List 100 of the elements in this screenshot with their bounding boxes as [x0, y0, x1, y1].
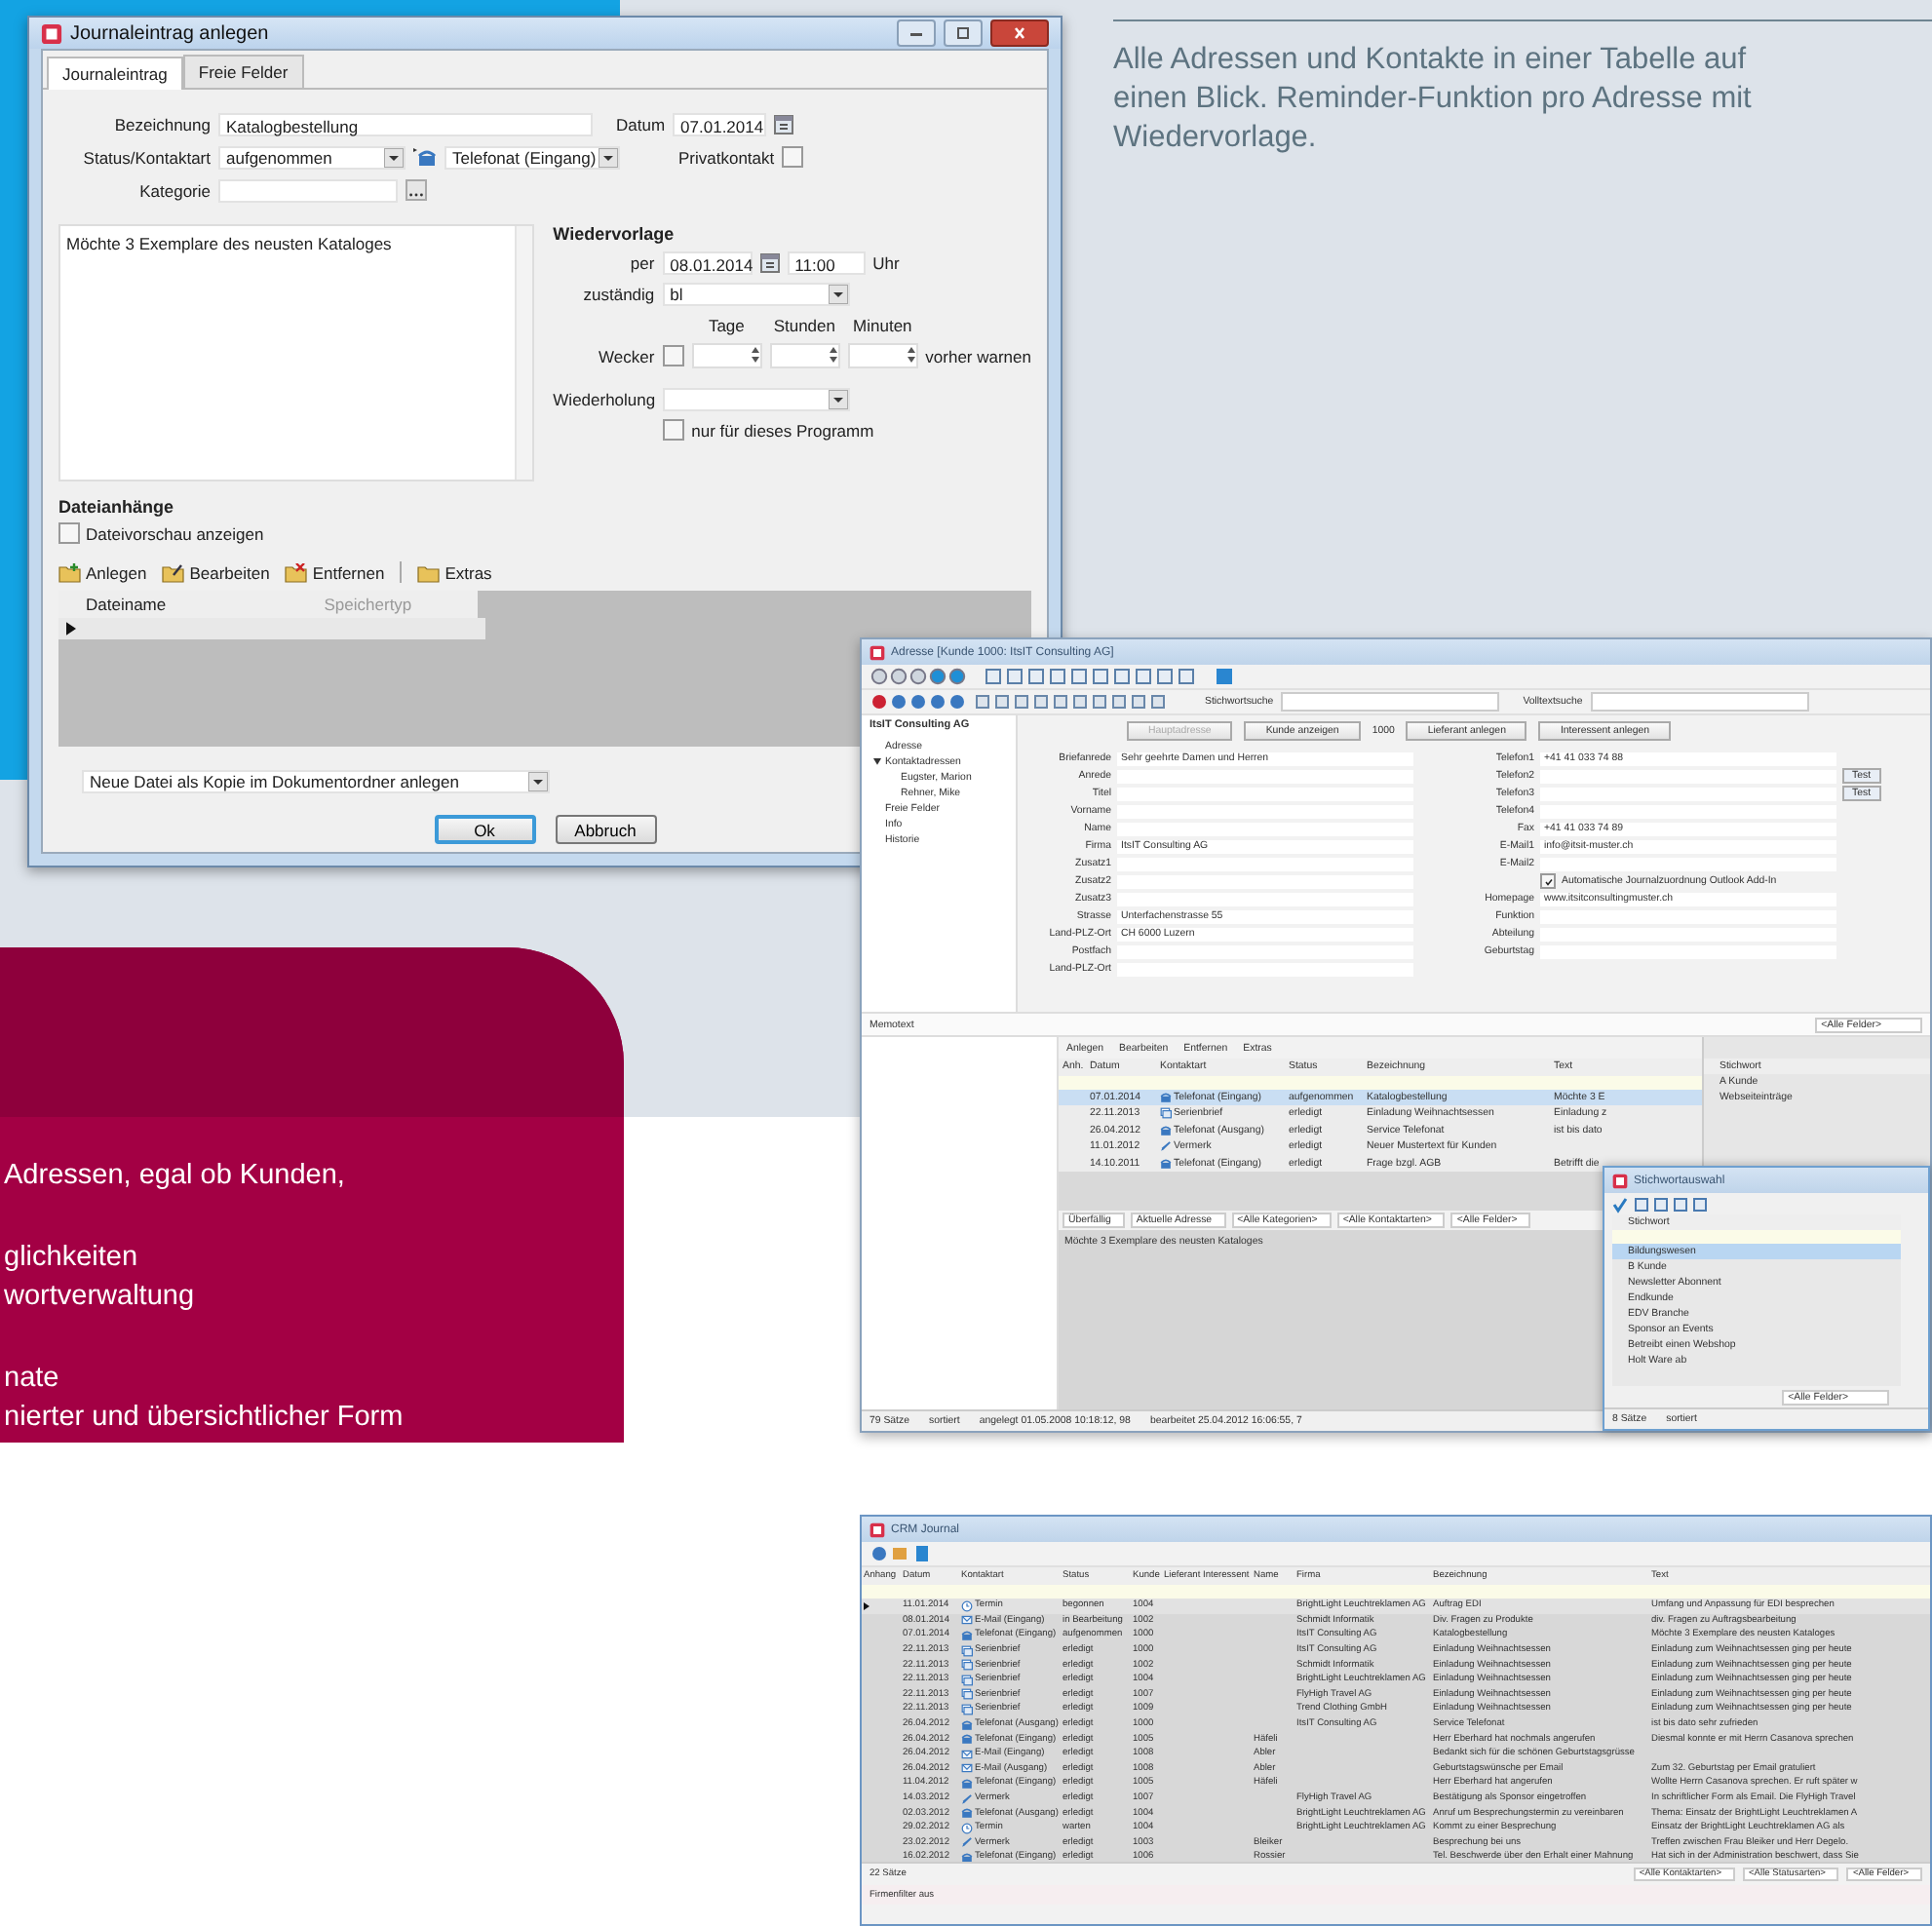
- toolbar-button[interactable]: Anlegen: [58, 562, 147, 582]
- app-icon: [869, 1522, 885, 1537]
- section-heading: Wiedervorlage: [553, 224, 676, 244]
- dropdown-arrow-icon: [384, 147, 404, 167]
- folder-icon: [417, 562, 442, 582]
- dialog-button[interactable]: Abbruch: [555, 815, 656, 844]
- letter-icon: [1160, 1107, 1172, 1120]
- clock-icon: [961, 1599, 973, 1612]
- search-field[interactable]: [1590, 692, 1809, 712]
- field-label: Kategorie: [137, 180, 211, 200]
- dropdown[interactable]: Neue Datei als Kopie im Dokumentordner anlegen: [82, 769, 550, 792]
- field-label: per: [628, 252, 655, 272]
- column-label: Stunden: [771, 315, 837, 334]
- maximize-icon: [953, 27, 973, 39]
- toolbar-button[interactable]: Bearbeiten: [162, 562, 270, 582]
- dropdown[interactable]: aufgenommen: [218, 145, 406, 169]
- input-field[interactable]: [218, 178, 398, 202]
- new-entry-row[interactable]: [862, 1585, 1930, 1599]
- calendar-icon[interactable]: [774, 114, 794, 134]
- app-icon: [41, 22, 62, 44]
- spin-arrows-icon: [906, 345, 916, 365]
- spin-arrows-icon: [828, 345, 838, 365]
- window-title: Journaleintrag anlegen: [70, 22, 269, 44]
- section-heading: Dateianhänge: [58, 497, 176, 517]
- input-field[interactable]: [1540, 857, 1836, 870]
- row-pointer-icon: [66, 622, 76, 636]
- field-label: Status/Kontaktart: [81, 147, 211, 167]
- field-label: Wecker: [597, 346, 655, 366]
- dropdown-arrow-icon: [828, 284, 848, 303]
- feature-text: Adressen, egal ob Kunden,: [4, 1158, 347, 1195]
- field-label: vorher warnen: [925, 346, 1031, 366]
- close-button[interactable]: [990, 19, 1049, 47]
- dropdown-arrow-icon: [828, 389, 848, 408]
- checkbox-label: Dateivorschau anzeigen: [86, 523, 264, 543]
- envelope-icon: [961, 1614, 973, 1627]
- maximize-button[interactable]: [944, 19, 983, 47]
- checkbox[interactable]: [662, 345, 684, 366]
- pen-icon: [961, 1836, 973, 1849]
- spin-field[interactable]: [847, 343, 918, 368]
- spin-field[interactable]: [691, 343, 762, 368]
- phone-icon: [961, 1629, 973, 1641]
- input-field[interactable]: Katalogbestellung: [218, 112, 593, 135]
- checkmark-icon: [1543, 876, 1553, 886]
- phone-icon: [1160, 1157, 1172, 1170]
- minimize-button[interactable]: [897, 19, 936, 47]
- tab[interactable]: Journaleintrag: [47, 57, 183, 90]
- app-icon: [869, 644, 885, 660]
- calendar-icon[interactable]: [759, 252, 780, 272]
- column-label: Tage: [706, 315, 747, 334]
- field-label: Bezeichnung: [112, 114, 211, 134]
- time-field[interactable]: 11:00: [787, 250, 866, 274]
- checkbox[interactable]: [58, 522, 80, 544]
- toolbar-button[interactable]: Entfernen: [285, 562, 385, 582]
- clock-icon: [961, 1822, 973, 1834]
- app-icon: [1612, 1173, 1628, 1188]
- search-field[interactable]: [1281, 692, 1500, 712]
- dropdown[interactable]: Telefonat (Eingang): [444, 145, 620, 169]
- memo-text: Möchte 3 Exemplare des neusten Kataloges: [66, 234, 392, 253]
- pen-icon: [961, 1792, 973, 1805]
- date-field[interactable]: 07.01.2014: [673, 112, 767, 135]
- tab[interactable]: Freie Felder: [182, 55, 304, 88]
- new-entry-row[interactable]: [1612, 1230, 1901, 1244]
- checkbox[interactable]: [1540, 873, 1556, 889]
- folder-icon: [58, 562, 82, 582]
- phone-icon: [961, 1777, 973, 1790]
- intro-text: Alle Adressen und Kontakte in einer Tabelle auf einen Blick. Reminder-Funktion pro Adresse mit Wiedervorlage.: [1113, 41, 1752, 158]
- scrollbar[interactable]: [514, 226, 532, 480]
- feature-text: glichkeiten: [4, 1240, 140, 1277]
- column-label: Minuten: [851, 315, 914, 334]
- phone-icon: [961, 1851, 973, 1864]
- column-header[interactable]: Dateiname: [58, 591, 297, 618]
- dropdown-arrow-icon: [599, 147, 618, 167]
- dropdown[interactable]: bl: [662, 282, 850, 305]
- field-label: Datum: [616, 114, 666, 134]
- row-pointer-icon: [864, 1601, 869, 1610]
- minimize-icon: [907, 27, 926, 39]
- close-icon: [1010, 27, 1029, 39]
- phone-icon: [1160, 1091, 1172, 1103]
- feature-text: nate: [4, 1361, 61, 1398]
- feature-text: wortverwaltung: [4, 1279, 197, 1316]
- pen-icon: [1160, 1140, 1172, 1153]
- phone-icon: [961, 1807, 973, 1820]
- spin-field[interactable]: [769, 343, 840, 368]
- checkbox[interactable]: [782, 146, 804, 168]
- feature-text: nierter und übersichtlicher Form: [4, 1400, 406, 1437]
- field-label: Privatkontakt: [678, 147, 775, 167]
- field-label: Wiederholung: [553, 389, 655, 408]
- dropdown[interactable]: [662, 387, 850, 410]
- phone-icon: [413, 147, 437, 167]
- browse-button[interactable]: [406, 179, 427, 201]
- dialog-button[interactable]: Ok: [434, 815, 535, 844]
- field-label: zuständig: [581, 284, 655, 303]
- memo-field[interactable]: Möchte 3 Exemplare des neusten Kataloges: [58, 224, 534, 482]
- checkbox[interactable]: [662, 419, 684, 441]
- date-field[interactable]: 08.01.2014: [662, 250, 753, 274]
- dropdown-arrow-icon: [528, 771, 548, 790]
- toolbar-button[interactable]: Extras: [417, 562, 492, 582]
- unit-label: Uhr: [872, 252, 900, 272]
- folder-icon: [162, 562, 186, 582]
- checkbox-label: nur für dieses Programm: [691, 420, 874, 440]
